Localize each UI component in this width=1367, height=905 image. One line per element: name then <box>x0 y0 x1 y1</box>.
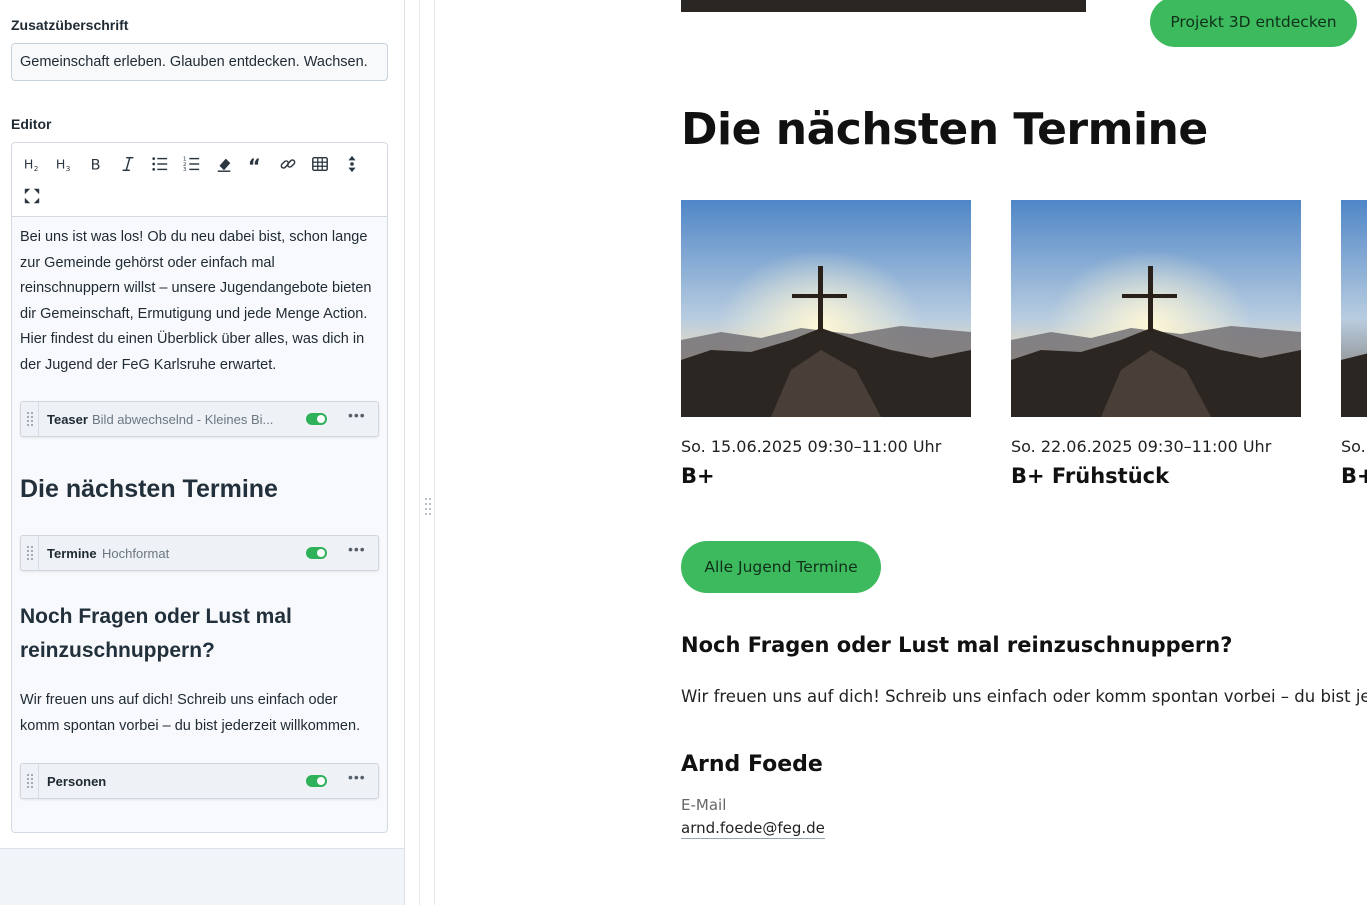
svg-text:3: 3 <box>183 167 186 173</box>
editor-toolbar: H2 H3 B 123 “ <box>12 143 387 217</box>
more-options-icon[interactable]: ••• <box>348 769 366 785</box>
panel-resize-handle[interactable] <box>419 0 435 905</box>
event-title[interactable]: B+ Frühstück <box>1011 464 1301 488</box>
bold-icon[interactable]: B <box>82 151 110 177</box>
editor-heading-fragen[interactable]: Noch Fragen oder Lust mal reinzuschnuppe… <box>20 600 360 668</box>
block-personen[interactable]: Personen ••• <box>20 763 379 799</box>
numbered-list-icon[interactable]: 123 <box>178 151 206 177</box>
drag-handle-icon[interactable] <box>21 536 39 570</box>
heading-2-icon[interactable]: H2 <box>18 151 46 177</box>
event-image[interactable] <box>681 200 971 417</box>
event-date: So. 22.06.2025 09:30–11:00 Uhr <box>1011 437 1272 456</box>
drag-handle-icon[interactable] <box>21 402 39 436</box>
event-image[interactable] <box>1341 200 1367 417</box>
block-termine[interactable]: Termine Hochformat ••• <box>20 535 379 571</box>
block-visibility-toggle[interactable] <box>306 775 327 787</box>
project-3d-button[interactable]: Projekt 3D entdecken <box>1150 0 1357 47</box>
grip-icon <box>424 497 432 520</box>
editor-label: Editor <box>11 116 52 132</box>
heading-3-icon[interactable]: H3 <box>50 151 78 177</box>
subheading-label: Zusatzüberschrift <box>11 17 129 33</box>
svg-text:B: B <box>91 157 101 173</box>
block-title: Personen <box>47 774 107 789</box>
editor-fragen-text[interactable]: Wir freuen uns auf dich! Schreib uns ein… <box>20 688 375 739</box>
editor-panel: Zusatzüberschrift Editor H2 H3 B <box>0 0 405 905</box>
questions-text: Wir freuen uns auf dich! Schreib uns ein… <box>681 687 1367 706</box>
event-card[interactable]: So. 15.06.2025 09:30–11:00 Uhr B+ <box>681 200 971 488</box>
editor-intro-text[interactable]: Bei uns ist was los! Ob du neu dabei bis… <box>20 225 375 378</box>
editor-panel-content: Zusatzüberschrift Editor H2 H3 B <box>0 0 404 849</box>
block-title: Teaser <box>47 412 88 427</box>
event-date: So. 15.06.2025 09:30–11:00 Uhr <box>681 437 942 456</box>
events-heading: Die nächsten Termine <box>681 104 1208 155</box>
event-title[interactable]: B+ <box>681 464 971 488</box>
event-image[interactable] <box>1011 200 1301 417</box>
email-label: E-Mail <box>681 796 727 814</box>
all-events-button[interactable]: Alle Jugend Termine <box>681 541 881 593</box>
eraser-icon[interactable] <box>210 151 238 177</box>
link-icon[interactable] <box>274 151 302 177</box>
rich-text-editor[interactable]: H2 H3 B 123 “ Bei uns ist was los! Ob du… <box>11 142 388 833</box>
questions-heading: Noch Fragen oder Lust mal reinzuschnuppe… <box>681 633 1233 657</box>
email-link[interactable]: arnd.foede@feg.de <box>681 819 825 839</box>
italic-icon[interactable] <box>114 151 142 177</box>
event-card[interactable]: So. B+ <box>1341 200 1367 488</box>
more-options-icon[interactable]: ••• <box>348 407 366 423</box>
event-date: So. <box>1341 437 1366 456</box>
svg-text:2: 2 <box>34 164 39 173</box>
move-vertical-icon[interactable] <box>338 151 366 177</box>
person-name: Arnd Foede <box>681 752 823 777</box>
block-visibility-toggle[interactable] <box>306 413 327 425</box>
fullscreen-icon[interactable] <box>18 183 46 209</box>
teaser-image <box>681 0 1086 12</box>
table-icon[interactable] <box>306 151 334 177</box>
more-options-icon[interactable]: ••• <box>348 541 366 557</box>
block-title: Termine <box>47 546 97 561</box>
drag-handle-icon[interactable] <box>21 764 39 798</box>
block-teaser[interactable]: Teaser Bild abwechselnd - Kleines Bi... … <box>20 401 379 437</box>
svg-text:“: “ <box>248 155 261 173</box>
block-subtitle: Hochformat <box>102 546 170 561</box>
subheading-input[interactable] <box>11 43 388 81</box>
page-preview: Projekt 3D entdecken Die nächsten Termin… <box>436 0 1367 905</box>
quote-icon[interactable]: “ <box>242 151 270 177</box>
bullet-list-icon[interactable] <box>146 151 174 177</box>
svg-text:H: H <box>56 157 65 172</box>
block-visibility-toggle[interactable] <box>306 547 327 559</box>
svg-text:H: H <box>24 157 33 172</box>
svg-text:3: 3 <box>66 164 71 173</box>
editor-heading-termine[interactable]: Die nächsten Termine <box>20 475 278 504</box>
event-card[interactable]: So. 22.06.2025 09:30–11:00 Uhr B+ Frühst… <box>1011 200 1301 488</box>
block-subtitle: Bild abwechselnd - Kleines Bi... <box>92 412 274 427</box>
event-title[interactable]: B+ <box>1341 464 1367 488</box>
